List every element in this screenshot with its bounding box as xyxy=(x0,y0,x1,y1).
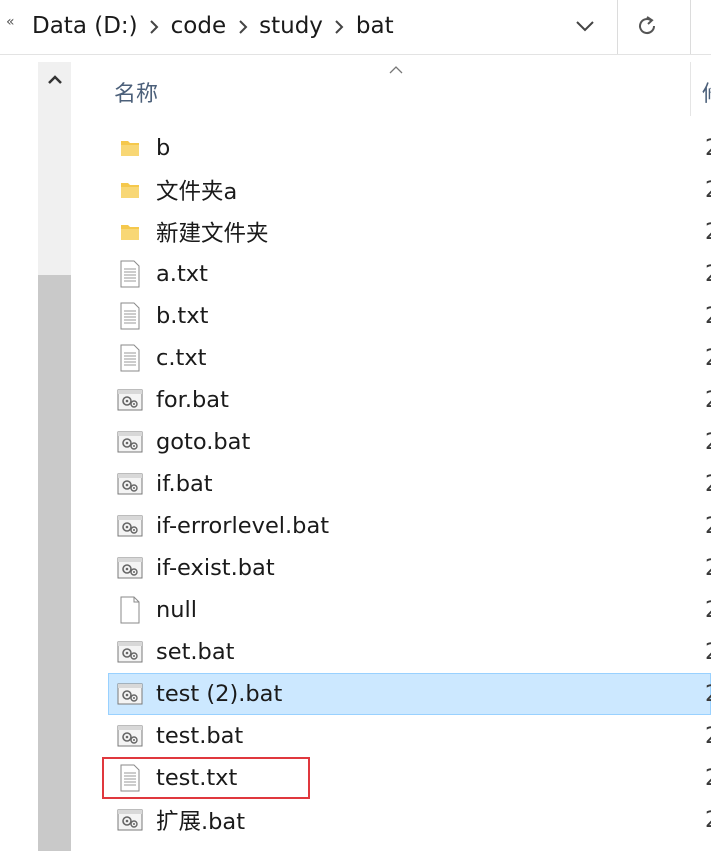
file-name: if-exist.bat xyxy=(156,555,275,581)
text-file-icon xyxy=(117,764,143,792)
batch-file-icon xyxy=(117,428,143,456)
file-name: 文件夹a xyxy=(156,179,238,205)
file-date-partial: 2 xyxy=(705,724,711,749)
text-file-icon xyxy=(117,302,143,330)
file-name: goto.bat xyxy=(156,429,251,455)
text-file-icon xyxy=(117,344,143,372)
folder-icon xyxy=(117,218,143,246)
file-name: null xyxy=(156,597,198,623)
scroll-thumb[interactable] xyxy=(38,275,71,851)
file-row[interactable]: if-errorlevel.bat 2 xyxy=(108,505,711,547)
file-row[interactable]: if-exist.bat 2 xyxy=(108,547,711,589)
batch-file-icon xyxy=(117,806,143,834)
breadcrumb-code[interactable]: code xyxy=(171,13,226,39)
file-row[interactable]: a.txt 2 xyxy=(108,253,711,295)
file-name: c.txt xyxy=(156,345,207,371)
file-date-partial: 2 xyxy=(705,640,711,665)
file-date-partial: 2 xyxy=(705,262,711,287)
file-name: a.txt xyxy=(156,261,208,287)
expand-chevron-icon[interactable]: « xyxy=(6,14,15,30)
column-name-header[interactable]: 名称 xyxy=(114,76,158,108)
file-date-partial: 2 xyxy=(705,220,711,245)
file-row[interactable]: b2 xyxy=(108,127,711,169)
sort-ascending-icon xyxy=(388,60,404,79)
file-date-partial: 2 xyxy=(705,388,711,413)
blank-file-icon xyxy=(117,596,143,624)
batch-file-icon xyxy=(117,386,143,414)
folder-icon xyxy=(117,134,143,162)
batch-file-icon xyxy=(117,512,143,540)
text-file-icon xyxy=(117,260,143,288)
file-row[interactable]: test.bat 2 xyxy=(108,715,711,757)
breadcrumb-study[interactable]: study xyxy=(259,13,323,39)
file-name: b.txt xyxy=(156,303,209,329)
file-date-partial: 2 xyxy=(705,304,711,329)
batch-file-icon xyxy=(117,554,143,582)
batch-file-icon xyxy=(117,470,143,498)
file-row[interactable]: test.txt 2 xyxy=(102,757,711,799)
column-header: 名称 修 xyxy=(100,62,711,118)
file-date-partial: 2 xyxy=(705,808,711,833)
file-date-partial: 2 xyxy=(705,682,711,707)
batch-file-icon xyxy=(117,722,143,750)
file-date-partial: 2 xyxy=(705,472,711,497)
breadcrumb-separator-icon[interactable] xyxy=(226,13,259,39)
scroll-up-icon[interactable] xyxy=(38,62,71,98)
file-date-partial: 2 xyxy=(705,598,711,623)
batch-file-icon xyxy=(117,680,143,708)
file-row[interactable]: set.bat 2 xyxy=(108,631,711,673)
file-name: if-errorlevel.bat xyxy=(156,513,330,539)
file-name: for.bat xyxy=(156,387,229,413)
file-date-partial: 2 xyxy=(705,514,711,539)
file-name: 扩展.bat xyxy=(156,809,246,835)
file-name: b xyxy=(156,135,171,161)
breadcrumb-separator-icon[interactable] xyxy=(138,13,171,39)
file-row[interactable]: null 2 xyxy=(108,589,711,631)
breadcrumb-separator-icon[interactable] xyxy=(323,13,356,39)
file-row[interactable]: goto.bat 2 xyxy=(108,421,711,463)
file-row[interactable]: 文件夹a 2 xyxy=(108,169,711,211)
file-date-partial: 2 xyxy=(705,556,711,581)
file-row[interactable]: test (2).bat 2 xyxy=(108,673,711,715)
address-history-dropdown-icon[interactable] xyxy=(565,10,605,42)
breadcrumb: Data (D:) code study bat xyxy=(32,10,394,42)
breadcrumb-drive[interactable]: Data (D:) xyxy=(32,13,138,39)
file-name: test.bat xyxy=(156,723,244,749)
file-row[interactable]: 新建文件夹 2 xyxy=(108,211,711,253)
file-date-partial: 2 xyxy=(705,766,711,791)
file-name: set.bat xyxy=(156,639,235,665)
file-date-partial: 2 xyxy=(705,430,711,455)
address-bar: « Data (D:) code study bat xyxy=(0,0,711,55)
file-row[interactable]: 扩展.bat 2 xyxy=(108,799,711,841)
batch-file-icon xyxy=(117,638,143,666)
file-name: test.txt xyxy=(156,765,238,791)
file-row[interactable]: for.bat 2 xyxy=(108,379,711,421)
column-date-header[interactable]: 修 xyxy=(702,76,711,108)
breadcrumb-bat[interactable]: bat xyxy=(356,13,394,39)
file-name: 新建文件夹 xyxy=(156,221,269,247)
file-name: if.bat xyxy=(156,471,213,497)
divider xyxy=(690,0,691,54)
file-row[interactable]: if.bat 2 xyxy=(108,463,711,505)
file-row[interactable]: c.txt 2 xyxy=(108,337,711,379)
divider xyxy=(617,0,618,54)
file-row[interactable]: b.txt 2 xyxy=(108,295,711,337)
file-list: b2文件夹a2新建文件夹2a.txt2b.txt2c.txt2for.bat2g… xyxy=(102,127,711,841)
file-name: test (2).bat xyxy=(156,681,283,707)
navigation-pane-scrollbar[interactable] xyxy=(38,62,71,851)
file-date-partial: 2 xyxy=(705,178,711,203)
file-date-partial: 2 xyxy=(705,346,711,371)
folder-icon xyxy=(117,176,143,204)
file-date-partial: 2 xyxy=(705,136,711,161)
column-divider[interactable] xyxy=(690,62,691,116)
refresh-icon[interactable] xyxy=(625,8,669,44)
